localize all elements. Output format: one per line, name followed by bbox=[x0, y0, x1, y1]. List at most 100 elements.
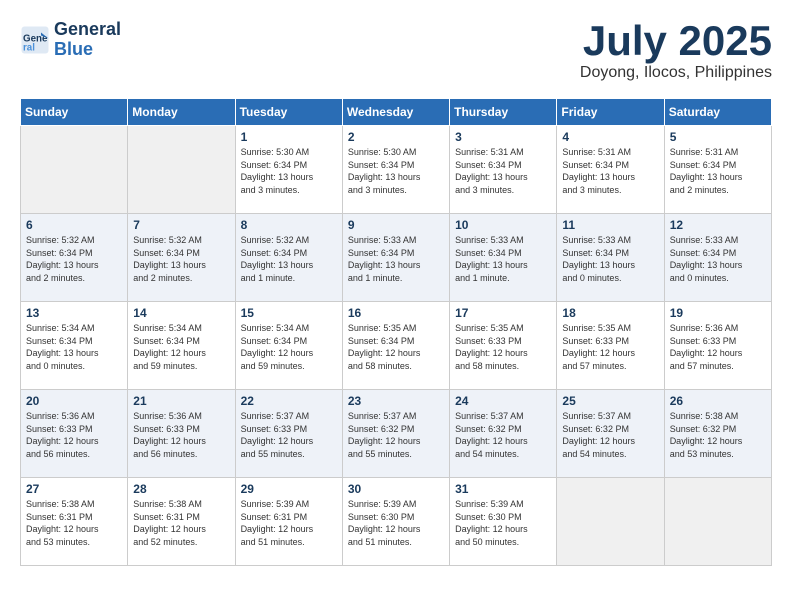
calendar-cell: 4 Sunrise: 5:31 AM Sunset: 6:34 PM Daylig… bbox=[557, 126, 664, 214]
day-info: Sunrise: 5:32 AM Sunset: 6:34 PM Dayligh… bbox=[241, 234, 337, 284]
calendar-cell bbox=[128, 126, 235, 214]
day-number: 26 bbox=[670, 394, 766, 408]
calendar-cell bbox=[664, 478, 771, 566]
day-info: Sunrise: 5:39 AM Sunset: 6:30 PM Dayligh… bbox=[455, 498, 551, 548]
day-number: 28 bbox=[133, 482, 229, 496]
day-number: 29 bbox=[241, 482, 337, 496]
day-number: 24 bbox=[455, 394, 551, 408]
day-number: 23 bbox=[348, 394, 444, 408]
day-info: Sunrise: 5:31 AM Sunset: 6:34 PM Dayligh… bbox=[670, 146, 766, 196]
day-number: 6 bbox=[26, 218, 122, 232]
day-info: Sunrise: 5:35 AM Sunset: 6:33 PM Dayligh… bbox=[562, 322, 658, 372]
day-number: 25 bbox=[562, 394, 658, 408]
calendar-cell: 5 Sunrise: 5:31 AM Sunset: 6:34 PM Daylig… bbox=[664, 126, 771, 214]
day-info: Sunrise: 5:36 AM Sunset: 6:33 PM Dayligh… bbox=[26, 410, 122, 460]
weekday-header-monday: Monday bbox=[128, 99, 235, 126]
day-info: Sunrise: 5:32 AM Sunset: 6:34 PM Dayligh… bbox=[26, 234, 122, 284]
day-number: 22 bbox=[241, 394, 337, 408]
day-number: 3 bbox=[455, 130, 551, 144]
day-info: Sunrise: 5:38 AM Sunset: 6:32 PM Dayligh… bbox=[670, 410, 766, 460]
day-info: Sunrise: 5:33 AM Sunset: 6:34 PM Dayligh… bbox=[455, 234, 551, 284]
day-info: Sunrise: 5:33 AM Sunset: 6:34 PM Dayligh… bbox=[562, 234, 658, 284]
calendar-cell: 28 Sunrise: 5:38 AM Sunset: 6:31 PM Dayli… bbox=[128, 478, 235, 566]
calendar-cell: 29Sunrise: 5:39 AM Sunset: 6:31 PM Dayli… bbox=[235, 478, 342, 566]
day-number: 9 bbox=[348, 218, 444, 232]
day-info: Sunrise: 5:37 AM Sunset: 6:32 PM Dayligh… bbox=[455, 410, 551, 460]
day-info: Sunrise: 5:32 AM Sunset: 6:34 PM Dayligh… bbox=[133, 234, 229, 284]
location: Doyong, Ilocos, Philippines bbox=[580, 64, 772, 82]
calendar-cell: 21Sunrise: 5:36 AM Sunset: 6:33 PM Dayli… bbox=[128, 390, 235, 478]
week-row-3: 13 Sunrise: 5:34 AM Sunset: 6:34 PM Dayli… bbox=[21, 302, 772, 390]
day-number: 4 bbox=[562, 130, 658, 144]
title-block: July 2025 Doyong, Ilocos, Philippines bbox=[580, 20, 772, 82]
day-number: 15 bbox=[241, 306, 337, 320]
page-header: Gene ral General Blue July 2025 Doyong, … bbox=[20, 20, 772, 82]
weekday-header-sunday: Sunday bbox=[21, 99, 128, 126]
day-info: Sunrise: 5:30 AM Sunset: 6:34 PM Dayligh… bbox=[241, 146, 337, 196]
day-number: 19 bbox=[670, 306, 766, 320]
calendar-cell: 23Sunrise: 5:37 AM Sunset: 6:32 PM Dayli… bbox=[342, 390, 449, 478]
day-info: Sunrise: 5:31 AM Sunset: 6:34 PM Dayligh… bbox=[455, 146, 551, 196]
calendar-cell: 31 Sunrise: 5:39 AM Sunset: 6:30 PM Dayli… bbox=[450, 478, 557, 566]
day-info: Sunrise: 5:35 AM Sunset: 6:34 PM Dayligh… bbox=[348, 322, 444, 372]
calendar-cell: 8 Sunrise: 5:32 AM Sunset: 6:34 PM Daylig… bbox=[235, 214, 342, 302]
calendar-cell: 22 Sunrise: 5:37 AM Sunset: 6:33 PM Dayli… bbox=[235, 390, 342, 478]
day-number: 20 bbox=[26, 394, 122, 408]
calendar-cell: 14Sunrise: 5:34 AM Sunset: 6:34 PM Dayli… bbox=[128, 302, 235, 390]
day-number: 2 bbox=[348, 130, 444, 144]
calendar-cell: 17 Sunrise: 5:35 AM Sunset: 6:33 PM Dayli… bbox=[450, 302, 557, 390]
day-number: 8 bbox=[241, 218, 337, 232]
calendar-cell: 11 Sunrise: 5:33 AM Sunset: 6:34 PM Dayli… bbox=[557, 214, 664, 302]
day-number: 5 bbox=[670, 130, 766, 144]
logo: Gene ral General Blue bbox=[20, 20, 121, 60]
day-number: 12 bbox=[670, 218, 766, 232]
week-row-4: 20 Sunrise: 5:36 AM Sunset: 6:33 PM Dayli… bbox=[21, 390, 772, 478]
calendar-cell: 27Sunrise: 5:38 AM Sunset: 6:31 PM Dayli… bbox=[21, 478, 128, 566]
calendar-cell: 15Sunrise: 5:34 AM Sunset: 6:34 PM Dayli… bbox=[235, 302, 342, 390]
calendar-cell bbox=[557, 478, 664, 566]
weekday-header-saturday: Saturday bbox=[664, 99, 771, 126]
day-number: 17 bbox=[455, 306, 551, 320]
day-number: 31 bbox=[455, 482, 551, 496]
day-info: Sunrise: 5:34 AM Sunset: 6:34 PM Dayligh… bbox=[133, 322, 229, 372]
day-info: Sunrise: 5:33 AM Sunset: 6:34 PM Dayligh… bbox=[670, 234, 766, 284]
weekday-header-thursday: Thursday bbox=[450, 99, 557, 126]
weekday-header-wednesday: Wednesday bbox=[342, 99, 449, 126]
calendar-cell bbox=[21, 126, 128, 214]
calendar-cell: 25 Sunrise: 5:37 AM Sunset: 6:32 PM Dayli… bbox=[557, 390, 664, 478]
day-number: 16 bbox=[348, 306, 444, 320]
calendar-cell: 24 Sunrise: 5:37 AM Sunset: 6:32 PM Dayli… bbox=[450, 390, 557, 478]
calendar-cell: 10 Sunrise: 5:33 AM Sunset: 6:34 PM Dayli… bbox=[450, 214, 557, 302]
calendar-cell: 19 Sunrise: 5:36 AM Sunset: 6:33 PM Dayli… bbox=[664, 302, 771, 390]
day-info: Sunrise: 5:36 AM Sunset: 6:33 PM Dayligh… bbox=[670, 322, 766, 372]
calendar-cell: 1 Sunrise: 5:30 AM Sunset: 6:34 PM Daylig… bbox=[235, 126, 342, 214]
day-info: Sunrise: 5:37 AM Sunset: 6:33 PM Dayligh… bbox=[241, 410, 337, 460]
calendar-cell: 3 Sunrise: 5:31 AM Sunset: 6:34 PM Daylig… bbox=[450, 126, 557, 214]
day-number: 10 bbox=[455, 218, 551, 232]
calendar-cell: 12 Sunrise: 5:33 AM Sunset: 6:34 PM Dayli… bbox=[664, 214, 771, 302]
day-number: 11 bbox=[562, 218, 658, 232]
weekday-header-tuesday: Tuesday bbox=[235, 99, 342, 126]
day-number: 1 bbox=[241, 130, 337, 144]
calendar-cell: 30Sunrise: 5:39 AM Sunset: 6:30 PM Dayli… bbox=[342, 478, 449, 566]
day-info: Sunrise: 5:33 AM Sunset: 6:34 PM Dayligh… bbox=[348, 234, 444, 284]
calendar-cell: 2 Sunrise: 5:30 AM Sunset: 6:34 PM Daylig… bbox=[342, 126, 449, 214]
day-info: Sunrise: 5:35 AM Sunset: 6:33 PM Dayligh… bbox=[455, 322, 551, 372]
calendar-cell: 18 Sunrise: 5:35 AM Sunset: 6:33 PM Dayli… bbox=[557, 302, 664, 390]
day-info: Sunrise: 5:31 AM Sunset: 6:34 PM Dayligh… bbox=[562, 146, 658, 196]
logo-text: General Blue bbox=[54, 20, 121, 60]
day-info: Sunrise: 5:34 AM Sunset: 6:34 PM Dayligh… bbox=[26, 322, 122, 372]
day-number: 13 bbox=[26, 306, 122, 320]
day-number: 7 bbox=[133, 218, 229, 232]
calendar-cell: 7 Sunrise: 5:32 AM Sunset: 6:34 PM Daylig… bbox=[128, 214, 235, 302]
svg-text:ral: ral bbox=[23, 42, 35, 53]
day-number: 18 bbox=[562, 306, 658, 320]
day-info: Sunrise: 5:37 AM Sunset: 6:32 PM Dayligh… bbox=[562, 410, 658, 460]
week-row-5: 27Sunrise: 5:38 AM Sunset: 6:31 PM Dayli… bbox=[21, 478, 772, 566]
month-title: July 2025 bbox=[580, 20, 772, 62]
day-info: Sunrise: 5:30 AM Sunset: 6:34 PM Dayligh… bbox=[348, 146, 444, 196]
day-info: Sunrise: 5:38 AM Sunset: 6:31 PM Dayligh… bbox=[133, 498, 229, 548]
week-row-2: 6 Sunrise: 5:32 AM Sunset: 6:34 PM Daylig… bbox=[21, 214, 772, 302]
calendar-cell: 26 Sunrise: 5:38 AM Sunset: 6:32 PM Dayli… bbox=[664, 390, 771, 478]
calendar-cell: 9 Sunrise: 5:33 AM Sunset: 6:34 PM Daylig… bbox=[342, 214, 449, 302]
